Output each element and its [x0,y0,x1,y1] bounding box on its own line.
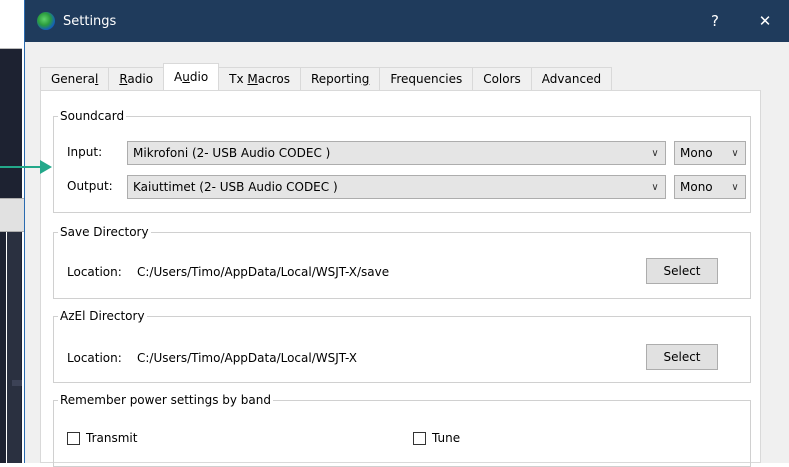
annotation-arrow-line [0,166,44,168]
power-settings-group: Remember power settings by band [53,393,751,467]
close-button[interactable]: ✕ [740,0,789,42]
access-key: M [247,72,258,86]
azel-location-label: Location: [67,351,122,365]
tab-label: General [51,72,99,86]
close-icon: ✕ [758,12,772,30]
chevron-down-icon: ∨ [651,181,659,193]
access-key: R [119,72,128,86]
background-app-sidebar [6,232,21,463]
tab-label: Tx Macros [229,72,290,86]
tab-label: Reporting [311,72,370,86]
tab-bar: General Radio Audio Tx Macros Reporting … [40,63,613,90]
input-channel-select[interactable]: Mono ∨ [674,141,746,165]
access-key: l [94,72,99,86]
soundcard-title: Soundcard [60,109,125,123]
azel-select-button[interactable]: Select [646,344,718,370]
access-key: u [182,70,190,84]
window-title: Settings [63,13,117,29]
button-label: Select [663,264,701,278]
output-device-value: Kaiuttimet (2- USB Audio CODEC ) [133,180,338,194]
input-label: Input: [67,145,103,159]
tune-checkbox[interactable]: Tune [413,431,460,445]
button-label: Select [663,350,701,364]
output-channel-value: Mono [680,180,713,194]
help-icon: ? [711,12,719,30]
save-location-value: C:/Users/Timo/AppData/Local/WSJT-X/save [137,265,390,279]
tab-label: Frequencies [390,72,463,86]
azel-directory-title: AzEl Directory [60,309,145,323]
chevron-down-icon: ∨ [651,147,659,159]
chevron-down-icon: ∨ [731,181,739,193]
tab-colors[interactable]: Colors [472,67,532,90]
tab-frequencies[interactable]: Frequencies [379,67,474,90]
arrow-right-icon [40,160,52,174]
output-channel-select[interactable]: Mono ∨ [674,175,746,199]
azel-location-value: C:/Users/Timo/AppData/Local/WSJT-X [137,351,357,365]
tab-tx-macros[interactable]: Tx Macros [218,67,301,90]
background-app-toolbar [0,198,24,232]
access-key: g [361,72,370,86]
output-label: Output: [67,179,113,193]
transmit-label: Transmit [86,431,138,445]
transmit-checkbox[interactable]: Transmit [67,431,137,445]
background-app-panel [0,0,22,49]
tab-advanced[interactable]: Advanced [530,67,613,90]
globe-icon [37,12,55,30]
save-directory-title: Save Directory [60,225,149,239]
input-device-select[interactable]: Mikrofoni (2- USB Audio CODEC ) ∨ [127,141,666,165]
tab-radio[interactable]: Radio [108,67,165,90]
tune-label: Tune [432,431,461,445]
save-location-label: Location: [67,265,122,279]
tab-reporting[interactable]: Reporting [300,67,381,90]
power-settings-title: Remember power settings by band [60,393,271,407]
help-button[interactable]: ? [690,0,740,42]
input-device-value: Mikrofoni (2- USB Audio CODEC ) [133,146,331,160]
input-channel-value: Mono [680,146,713,160]
tab-label: Radio [119,72,154,86]
tab-general[interactable]: General [40,67,110,90]
background-app-detail [12,380,22,386]
output-device-select[interactable]: Kaiuttimet (2- USB Audio CODEC ) ∨ [127,175,666,199]
audio-tab-panel: Soundcard Input: Mikrofoni (2- USB Audio… [40,90,761,467]
checkbox-box[interactable] [413,431,426,445]
tab-label: Colors [483,72,521,86]
chevron-down-icon: ∨ [731,147,739,159]
save-select-button[interactable]: Select [646,258,718,284]
tab-audio[interactable]: Audio [163,63,220,90]
tab-label: Audio [174,70,209,84]
checkbox-box[interactable] [67,431,80,445]
title-bar[interactable]: Settings ? ✕ [25,0,789,42]
tab-label: Advanced [541,72,602,86]
